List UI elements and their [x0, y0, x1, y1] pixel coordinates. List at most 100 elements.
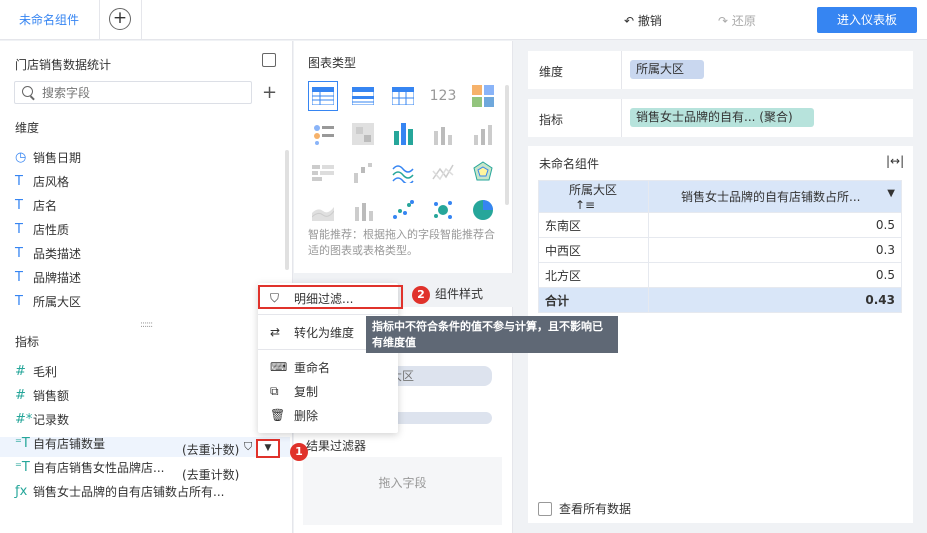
search-icon [22, 86, 33, 97]
menu-divider [258, 314, 398, 315]
clock-icon: ◷ [15, 149, 27, 165]
menu-item-delete[interactable]: 🗑 删除 [258, 404, 398, 426]
distinct-count-tag: (去重计数) [182, 468, 240, 482]
measure-field[interactable]: ƒx 销售女士品牌的自有店铺数占所有... [15, 481, 224, 501]
redo-button[interactable]: ↷ 还原 [718, 12, 756, 29]
result-filter-label: 结果过滤器 [306, 439, 367, 453]
view-all-data-toggle[interactable]: 查看所有数据 [538, 500, 631, 517]
measure-pill[interactable]: 销售女士品牌的自有... (聚合) [630, 108, 814, 127]
undo-icon: ↶ [624, 14, 638, 28]
cell-region: 中西区 [538, 237, 649, 263]
dimension-field[interactable]: T 店性质 [15, 219, 69, 239]
line-chart-icon[interactable] [388, 157, 418, 187]
area-line-icon[interactable] [428, 157, 458, 187]
cross-table-icon[interactable] [388, 81, 418, 111]
kpi-card-icon[interactable] [468, 81, 498, 111]
field-dropdown-button[interactable]: ▼ [256, 439, 280, 458]
measure-field[interactable]: # 毛利 [15, 361, 57, 381]
range-bar-icon[interactable] [308, 157, 338, 187]
sort-icon[interactable]: ↑≡ [575, 198, 595, 212]
column-header-region[interactable]: 所属大区 ↑≡ [538, 180, 649, 213]
view-all-label: 查看所有数据 [559, 502, 632, 516]
field-label: 记录数 [33, 412, 70, 427]
pie-chart-icon[interactable] [468, 195, 498, 225]
dimension-field[interactable]: ◷ 销售日期 [15, 147, 81, 167]
total-label: 合计 [538, 287, 649, 313]
component-title: 未命名组件 [539, 157, 600, 171]
kpi-number-icon[interactable]: 123 [428, 81, 458, 111]
redo-label: 还原 [731, 14, 756, 28]
measure-field[interactable]: ⁼T 自有店销售女性品牌店... [15, 457, 164, 477]
cell-region: 北方区 [538, 262, 649, 288]
dimension-section-label: 维度 [15, 121, 40, 135]
convert-icon: ⇄ [270, 325, 281, 339]
field-label: 销售女士品牌的自有店铺数占所有... [33, 484, 225, 499]
dimension-pill[interactable]: 所属大区 [630, 60, 704, 79]
measure-field[interactable]: ⁼T 自有店铺数量 [15, 433, 105, 453]
table-chart-icon[interactable] [308, 81, 338, 111]
divider [621, 99, 622, 137]
dimension-field[interactable]: T 品牌描述 [15, 267, 81, 287]
menu-item-rename[interactable]: ⌨ 重命名 [258, 356, 398, 378]
dimension-field[interactable]: T 品类描述 [15, 243, 81, 263]
area-chart-icon[interactable] [308, 195, 338, 225]
enter-dashboard-button[interactable]: 进入仪表板 [817, 7, 917, 33]
heatmap-icon[interactable] [348, 119, 378, 149]
field-label: 店性质 [33, 222, 70, 237]
measure-field[interactable]: #* 记录数 [15, 409, 69, 429]
total-value: 0.43 [648, 287, 902, 313]
scrollbar[interactable] [285, 150, 289, 270]
bar-chart-icon[interactable] [428, 119, 458, 149]
number-star-icon: #* [15, 411, 33, 427]
menu-item-copy[interactable]: ⧉ 复制 [258, 380, 398, 402]
text-type-icon: T [15, 197, 23, 213]
cell-value: 0.3 [648, 237, 902, 263]
switch-dataset-icon[interactable] [262, 53, 276, 67]
tab-component-style[interactable]: 组件样式 [435, 285, 483, 302]
caret-down-icon[interactable]: ▼ [887, 188, 895, 199]
scrollbar[interactable] [505, 85, 509, 205]
add-tab-button[interactable]: + [109, 8, 131, 30]
dot-bar-icon[interactable] [388, 119, 418, 149]
text-type-icon: T [15, 269, 23, 285]
column-header-label: 所属大区 [569, 183, 618, 197]
step-badge-1: 1 [290, 443, 308, 461]
dimension-field[interactable]: T 店名 [15, 195, 57, 215]
text-measure-icon: ⁼T [15, 435, 30, 451]
dimension-field[interactable]: T 店风格 [15, 171, 69, 191]
menu-item-label: 转化为维度 [294, 325, 355, 340]
field-label: 销售额 [33, 388, 70, 403]
bubble-icon[interactable] [428, 195, 458, 225]
undo-button[interactable]: ↶ 撤销 [624, 12, 662, 29]
checkbox[interactable] [538, 501, 552, 516]
add-field-button[interactable]: + [262, 82, 277, 103]
stacked-bar-icon[interactable] [468, 119, 498, 149]
search-input[interactable] [42, 84, 242, 101]
dimension-shelf [528, 51, 913, 89]
field-label: 店风格 [33, 174, 70, 189]
waterfall-icon[interactable] [348, 157, 378, 187]
cell-value: 0.5 [648, 212, 902, 238]
drop-zone[interactable]: 拖入字段 [303, 457, 502, 525]
highlight-box [258, 285, 403, 309]
field-label: 自有店销售女性品牌店... [33, 460, 165, 475]
radar-icon[interactable] [468, 157, 498, 187]
measure-section-label: 指标 [15, 335, 40, 349]
scatter-icon[interactable] [388, 195, 418, 225]
text-type-icon: T [15, 245, 23, 261]
bar-line-icon[interactable] [348, 195, 378, 225]
group-table-icon[interactable] [348, 81, 378, 111]
undo-label: 撤销 [637, 14, 662, 28]
expand-width-icon[interactable]: |↔| [886, 154, 904, 168]
measure-field[interactable]: # 销售额 [15, 385, 69, 405]
multi-series-icon[interactable] [308, 119, 338, 149]
measure-shelf-label: 指标 [539, 113, 564, 127]
tab-component[interactable]: 未命名组件 [0, 0, 100, 40]
resize-handle[interactable]: :::::: [140, 320, 153, 330]
tooltip: 指标中不符合条件的值不参与计算，且不影响已有维度值 [366, 316, 618, 353]
dimension-field[interactable]: T 所属大区 [15, 291, 81, 311]
text-type-icon: T [15, 221, 23, 237]
chart-type-title: 图表类型 [308, 56, 357, 70]
column-header-ratio[interactable]: 销售女士品牌的自有店铺数占所... ▼ [648, 180, 902, 213]
table-row: 北方区 0.5 [538, 262, 902, 288]
